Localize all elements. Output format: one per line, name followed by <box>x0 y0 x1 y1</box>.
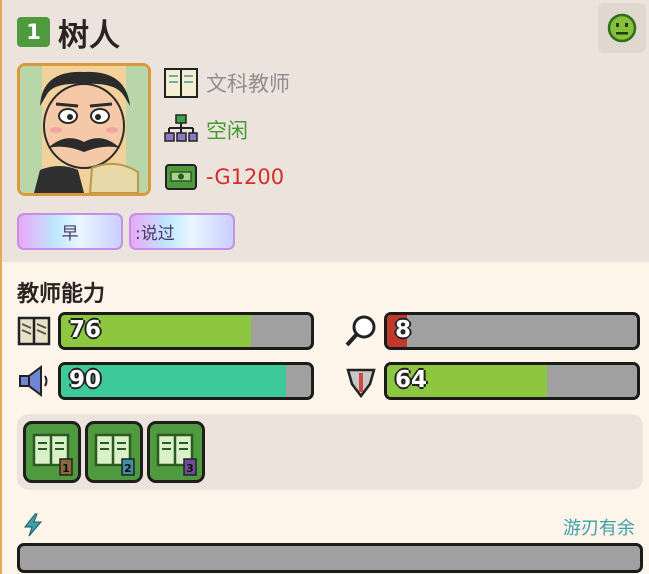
org-chart-icon <box>164 114 198 142</box>
teacher-major: 文科教师 <box>206 72 290 96</box>
energy-status: 游刃有余 <box>563 518 635 539</box>
stat-bar-speech: 90 <box>58 362 314 400</box>
skill-book-3[interactable]: 3 <box>147 421 205 483</box>
energy-bar <box>17 543 643 573</box>
teacher-state: 空闲 <box>206 119 248 143</box>
stat-value-research: 8 <box>395 317 412 343</box>
book-level-2-icon: 2 <box>94 433 135 476</box>
skill-book-1[interactable]: 1 <box>23 421 81 483</box>
open-book-icon <box>164 68 198 98</box>
skill-book-2[interactable]: 2 <box>85 421 143 483</box>
cash-icon <box>165 164 197 190</box>
teacher-name: 树人 <box>58 18 120 54</box>
trait-tag-early[interactable]: 早 <box>17 213 123 250</box>
trait-tag-said[interactable]: :说过 <box>129 213 235 250</box>
book-level-1-number: 1 <box>62 462 70 475</box>
mood-button[interactable] <box>598 3 646 53</box>
book-level-2-number: 2 <box>124 462 132 475</box>
skill-books-tray: 1 2 3 <box>17 414 643 490</box>
stat-value-knowledge: 76 <box>69 317 102 343</box>
level-badge: 1 <box>17 17 50 47</box>
teacher-portrait[interactable] <box>17 63 151 196</box>
magnifier-icon <box>345 315 376 347</box>
stat-bar-knowledge: 76 <box>58 312 314 350</box>
salary-row: -G1200 <box>164 160 284 194</box>
book-level-3-icon: 3 <box>156 433 197 476</box>
stat-value-speech: 90 <box>69 367 102 393</box>
teacher-salary: -G1200 <box>206 165 285 189</box>
state-row: 空闲 <box>164 113 248 147</box>
shield-icon <box>346 368 376 398</box>
stat-bar-research: 8 <box>384 312 640 350</box>
book-level-3-number: 3 <box>186 462 194 475</box>
speaker-icon <box>19 365 48 397</box>
teacher-panel: 1 树人 文科教师 空闲 -G1200 早:说过 教师能力 76 8 90 6… <box>0 0 649 574</box>
stat-bar-discipline: 64 <box>384 362 640 400</box>
book-stack-icon <box>17 316 51 346</box>
teacher-avatar-image <box>20 66 148 193</box>
abilities-title: 教师能力 <box>17 282 106 307</box>
major-row: 文科教师 <box>164 66 290 100</box>
stat-value-discipline: 64 <box>395 367 428 393</box>
smiley-face-icon <box>607 13 637 43</box>
lightning-icon <box>23 513 43 537</box>
book-level-1-icon: 1 <box>32 433 73 476</box>
